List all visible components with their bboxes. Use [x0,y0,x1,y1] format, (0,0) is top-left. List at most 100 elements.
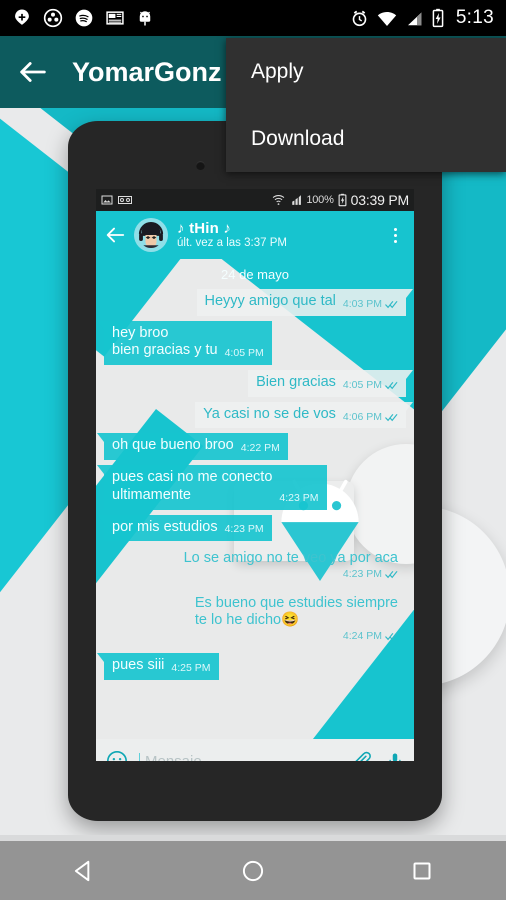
message-time: 4:25 PM [171,661,211,674]
message-meta: 4:23 PM [279,492,318,505]
nav-back-button[interactable] [54,851,114,891]
spotify-icon [75,9,93,27]
battery-charging-icon [338,193,347,207]
nav-home-button[interactable] [223,851,283,891]
message-meta: 4:22 PM [241,442,280,455]
image-icon [101,195,113,205]
message-meta: 4:05 PM [343,379,398,392]
nav-back-icon [75,860,90,881]
message-bubble[interactable]: hey broo bien gracias y tu 4:05 PM [97,320,272,366]
location-pin-icon [15,9,29,25]
message-bubble[interactable]: Es bueno que estudies siempre te lo he d… [187,591,406,648]
phone-clock: 03:39 PM [350,192,410,208]
menu-item-download[interactable]: Download [226,105,506,172]
message-list: 24 de mayo Heyyy amigo que tal 4:03 PM h… [96,259,414,691]
message-text: Ya casi no se de vos [203,405,336,422]
back-arrow-icon[interactable] [104,224,126,246]
emoji-icon[interactable] [106,750,128,761]
battery-charging-icon [432,8,444,28]
overflow-menu: Apply Download [226,38,506,172]
message-row[interactable]: hey broo bien gracias y tu 4:05 PM [97,320,406,366]
message-bubble[interactable]: oh que bueno broo 4:22 PM [97,433,288,461]
battery-percent: 100% [306,194,334,206]
message-row[interactable]: por mis estudios 4:23 PM [97,514,406,542]
message-time: 4:05 PM [342,378,382,391]
message-input-bar: Mensaje [96,739,414,761]
double-check-icon [385,381,398,390]
message-time: 4:23 PM [342,567,382,580]
nav-home-icon [242,860,264,881]
contact-name: ♪ tHin ♪ [177,219,232,237]
back-arrow-icon[interactable] [16,55,50,89]
chat-header: ♪ tHin ♪ últ. vez a las 3:37 PM [96,211,414,259]
message-text: hey broo bien gracias y tu [112,324,218,359]
signal-icon [292,195,302,205]
message-meta: 4:25 PM [171,662,210,675]
chat-contact-meta: ♪ tHin ♪ últ. vez a las 3:37 PM [177,220,287,250]
phone-status-right: 100% 03:39 PM [272,192,409,208]
page-title: YomarGonz [72,56,222,87]
message-row[interactable]: oh que bueno broo 4:22 PM [97,433,406,461]
message-text: Lo se amigo no te veo ya por aca [183,550,398,567]
message-row[interactable]: Lo se amigo no te veo ya por aca 4:23 PM [104,546,406,585]
message-bubble[interactable]: Ya casi no se de vos 4:06 PM [195,401,413,429]
message-meta: 4:23 PM [343,568,398,581]
message-bubble[interactable]: Heyyy amigo que tal 4:03 PM [196,289,413,316]
message-time: 4:23 PM [224,523,264,536]
status-bar-notification-icons [12,8,154,28]
message-row[interactable]: Bien gracias 4:05 PM [104,370,413,397]
microphone-icon[interactable] [386,750,404,761]
attach-clip-icon[interactable] [352,751,372,761]
message-bubble[interactable]: Lo se amigo no te veo ya por aca 4:23 PM [176,546,406,585]
message-bubble[interactable]: por mis estudios 4:23 PM [97,514,272,542]
input-bar-actions [352,750,404,761]
message-input[interactable]: Mensaje [139,752,352,761]
chat-body[interactable]: 24 de mayo Heyyy amigo que tal 4:03 PM h… [96,259,414,739]
avatar-image [134,218,168,252]
system-status-bar: 5:13 [0,0,506,36]
message-meta: 4:06 PM [343,411,398,424]
avatar[interactable] [134,218,168,252]
menu-item-apply[interactable]: Apply [226,38,506,105]
message-bubble[interactable]: Bien gracias 4:05 PM [248,370,413,397]
soccer-ball-icon [43,8,63,28]
message-meta: 4:03 PM [343,298,398,311]
wallpaper-preview[interactable]: 100% 03:39 PM ♪ tHin ♪ últ. vez a las 3:… [0,108,506,835]
message-row[interactable]: Ya casi no se de vos 4:06 PM [104,401,413,429]
message-meta: 4:23 PM [225,523,264,536]
message-text: por mis estudios [112,518,218,535]
status-bar-clock: 5:13 [455,7,494,28]
android-navigation-bar [0,841,506,900]
nav-recents-button[interactable] [392,851,452,891]
double-check-icon [385,413,398,421]
message-time: 4:03 PM [342,297,382,310]
message-row[interactable]: Es bueno que estudies siempre te lo he d… [104,591,406,648]
contact-last-seen: últ. vez a las 3:37 PM [177,237,287,250]
phone-mockup: 100% 03:39 PM ♪ tHin ♪ últ. vez a las 3:… [68,121,442,821]
message-row[interactable]: Heyyy amigo que tal 4:03 PM [104,289,413,316]
wifi-icon [377,11,396,26]
message-text: oh que bueno broo [112,437,234,454]
message-bubble[interactable]: pues casi no me conecto ultimamente 4:23… [97,465,327,510]
double-check-icon [385,300,398,308]
message-time: 4:22 PM [240,442,280,455]
message-text: Es bueno que estudies siempre te lo he d… [194,594,398,629]
double-check-icon [385,633,398,641]
message-bubble[interactable]: pues siii 4:25 PM [97,652,219,680]
app-root: 5:13 YomarGonz Apply Download 100% 03:39… [0,0,506,900]
message-text: pues siii [112,656,165,673]
message-row[interactable]: pues siii 4:25 PM [97,652,406,680]
chat-day-marker: 24 de mayo [221,267,289,282]
message-text: Heyyy amigo que tal [204,293,336,309]
alarm-icon [352,10,367,26]
status-bar-system-icons: 5:13 [350,7,494,29]
message-time: 4:06 PM [342,410,382,423]
cell-signal-icon [407,12,422,25]
message-time: 4:05 PM [224,347,264,360]
message-row[interactable]: pues casi no me conecto ultimamente 4:23… [97,465,406,510]
voicemail-icon [118,196,132,204]
news-widget-icon [106,11,124,25]
overflow-menu-icon[interactable] [388,227,406,243]
wifi-icon [273,195,285,205]
message-meta: 4:24 PM [343,630,398,643]
